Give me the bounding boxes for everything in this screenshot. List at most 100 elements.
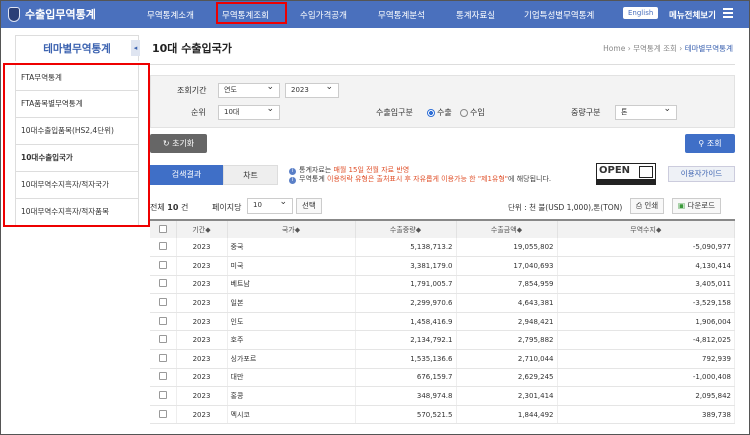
download-label: 다운로드	[687, 201, 716, 210]
row-checkbox[interactable]	[150, 275, 177, 295]
select-all-header[interactable]	[150, 219, 177, 238]
nav-company-stats[interactable]: 기업특성별무역통계	[524, 9, 594, 21]
row-checkbox[interactable]	[150, 293, 177, 313]
period-type-select[interactable]: 연도	[218, 81, 280, 98]
tab-results[interactable]: 검색결과	[150, 165, 223, 185]
export-radio[interactable]: 수출	[427, 107, 452, 118]
total-count: 전체 10 건	[150, 202, 188, 213]
checkbox[interactable]	[158, 224, 167, 233]
per-page-select[interactable]: 10	[247, 196, 293, 214]
table-row: 2023 멕시코 570,521.5 1,844,492 389,738	[150, 405, 735, 425]
nav-trade-intro[interactable]: 무역통계소개	[147, 9, 194, 21]
checkbox[interactable]	[158, 298, 167, 307]
cell-period: 2023	[176, 238, 228, 258]
cell-country: 홍콩	[227, 386, 356, 406]
nav-trade-analysis[interactable]: 무역통계분석	[378, 9, 425, 21]
checkbox[interactable]	[158, 372, 167, 381]
row-checkbox[interactable]	[150, 312, 177, 332]
checkbox[interactable]	[158, 316, 167, 325]
filter-panel: 조회기간 연도 2023 순위 10대 수출입구분 수출 수입 중량구분 톤	[150, 75, 735, 128]
notice-text: 통계자료는	[299, 166, 334, 174]
site-logo[interactable]: 수출입무역통계	[8, 6, 96, 22]
breadcrumb: Home › 무역통계 조회 › 테마별무역통계	[603, 44, 733, 53]
col-country[interactable]: 국가◆	[227, 219, 356, 238]
checkbox[interactable]	[158, 391, 167, 400]
col-trade-balance[interactable]: 무역수지◆	[557, 219, 735, 238]
checkbox[interactable]	[158, 335, 167, 344]
import-radio[interactable]: 수입	[460, 107, 485, 118]
year-select[interactable]: 2023	[285, 81, 339, 98]
total-suffix: 건	[180, 203, 189, 212]
hamburger-icon[interactable]	[723, 8, 733, 18]
cell-trade-balance: -4,812,025	[557, 330, 735, 351]
header-label: 수출금액	[490, 225, 517, 234]
sidebar-collapse-icon[interactable]: ◂	[131, 40, 140, 56]
reset-button[interactable]: ↻ 초기화	[150, 134, 207, 153]
cell-export-weight: 1,535,136.6	[355, 349, 457, 369]
header-label: 국가	[281, 225, 295, 234]
rank-select[interactable]: 10대	[218, 103, 280, 120]
breadcrumb-home[interactable]: Home	[603, 44, 625, 53]
license-icon	[639, 166, 653, 178]
all-menu-button[interactable]: 메뉴전체보기	[669, 9, 716, 21]
checkbox[interactable]	[158, 353, 167, 362]
download-button[interactable]: ▣ 다운로드	[672, 198, 722, 214]
cell-country: 일본	[227, 293, 356, 313]
search-label: 조회	[706, 139, 722, 148]
checkbox[interactable]	[158, 260, 167, 269]
cell-period: 2023	[176, 386, 228, 406]
cell-trade-balance: 389,738	[557, 405, 735, 425]
notice-text: 무역통계	[299, 175, 327, 183]
page-title: 10대 수출입국가	[152, 42, 232, 55]
notice-highlight: 이용허락 유형은 출처표시 후 자유롭게 이용가능 한 "제1유형"	[327, 175, 509, 183]
cell-country: 중국	[227, 238, 356, 258]
checkbox[interactable]	[158, 279, 167, 288]
cell-country: 싱가포르	[227, 349, 356, 369]
per-page-label: 페이지당	[212, 203, 242, 212]
col-export-amount[interactable]: 수출금액◆	[456, 219, 558, 238]
row-checkbox[interactable]	[150, 386, 177, 406]
row-checkbox[interactable]	[150, 349, 177, 369]
search-button[interactable]: ⚲ 조회	[685, 134, 735, 153]
print-label: 인쇄	[644, 201, 659, 210]
rank-label: 순위	[191, 108, 206, 117]
checkbox[interactable]	[158, 242, 167, 251]
cell-period: 2023	[176, 312, 228, 332]
cell-trade-balance: -3,529,158	[557, 293, 735, 313]
highlight-box	[216, 2, 287, 24]
table-row: 2023 인도 1,458,416.9 2,948,421 1,906,004	[150, 312, 735, 332]
col-period[interactable]: 기간◆	[176, 219, 228, 238]
row-checkbox[interactable]	[150, 256, 177, 276]
period-label: 조회기간	[177, 86, 207, 95]
logo-text: 수출입무역통계	[25, 8, 96, 21]
row-checkbox[interactable]	[150, 368, 177, 388]
select-button[interactable]: 선택	[296, 198, 322, 214]
row-checkbox[interactable]	[150, 330, 177, 351]
print-button[interactable]: ⎙ 인쇄	[630, 198, 665, 214]
header-label: 무역수지	[630, 225, 656, 234]
nav-import-price[interactable]: 수입가격공개	[300, 9, 347, 21]
notice-text: 에 해당됩니다.	[508, 175, 552, 183]
row-checkbox[interactable]	[150, 405, 177, 425]
weight-label: 중량구분	[571, 108, 601, 117]
weight-select[interactable]: 톤	[615, 103, 677, 120]
cell-export-weight: 570,521.5	[355, 405, 457, 425]
notice-highlight: 매월 15일 전월 자료 반영	[333, 166, 410, 174]
sidebar-title: 테마별무역통계	[15, 35, 139, 61]
row-checkbox[interactable]	[150, 238, 177, 258]
cell-export-amount: 2,629,245	[456, 368, 558, 388]
cell-export-weight: 2,299,970.6	[355, 293, 457, 313]
english-button[interactable]: English	[623, 7, 659, 19]
col-export-weight[interactable]: 수출중량◆	[355, 219, 457, 238]
user-guide-button[interactable]: 이용자가이드	[668, 166, 735, 182]
checkbox[interactable]	[158, 409, 167, 418]
export-label: 수출	[437, 108, 452, 117]
tab-chart[interactable]: 차트	[223, 165, 278, 185]
results-table: 기간◆ 국가◆ 수출중량◆ 수출금액◆ 무역수지◆ 2023 중국 5,138,71…	[150, 219, 735, 425]
radio-icon	[460, 108, 468, 117]
cell-period: 2023	[176, 330, 228, 351]
header-label: 기간	[192, 225, 206, 234]
breadcrumb-query[interactable]: 무역통계 조회	[633, 44, 677, 53]
divider	[150, 64, 735, 65]
nav-data-room[interactable]: 통계자료실	[456, 9, 495, 21]
